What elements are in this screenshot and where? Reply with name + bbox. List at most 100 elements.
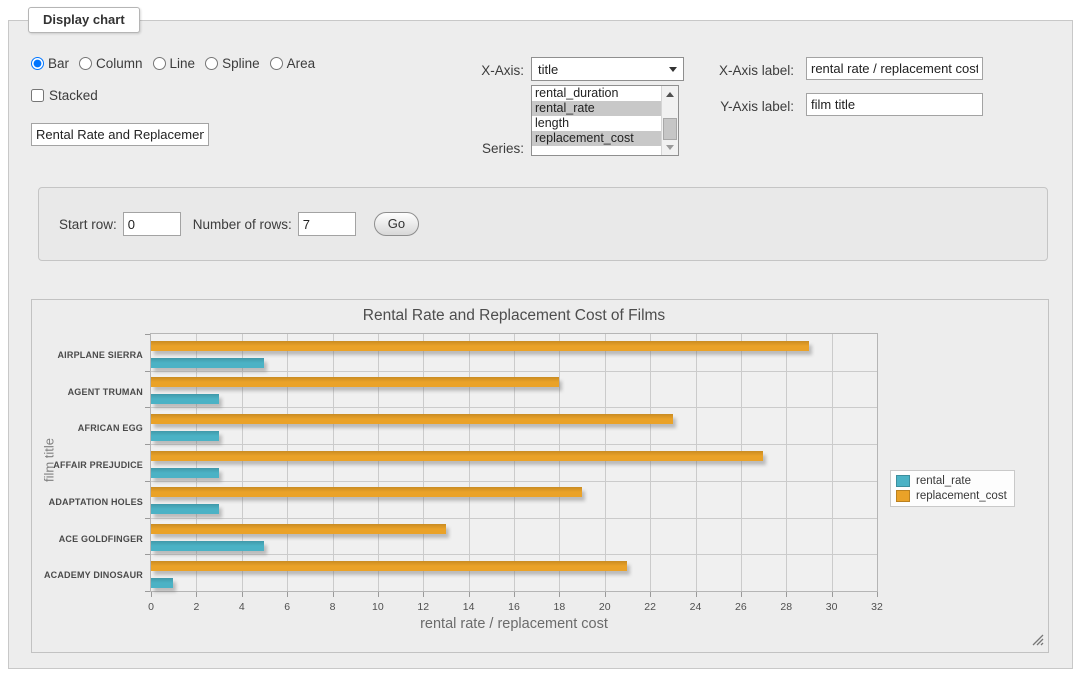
radio-line[interactable] (153, 57, 166, 70)
row-range-panel: Start row: Number of rows: Go (38, 187, 1048, 261)
gridline (469, 334, 470, 591)
gridline (650, 334, 651, 591)
legend-item-rental_rate: rental_rate (896, 475, 1007, 487)
series-option-replacement_cost[interactable]: replacement_cost (532, 131, 661, 146)
chart-type-option-spline[interactable]: Spline (205, 56, 260, 71)
gridline (514, 334, 515, 591)
chart-type-option-area[interactable]: Area (270, 56, 316, 71)
stacked-checkbox[interactable] (31, 89, 44, 102)
legend-item-replacement_cost: replacement_cost (896, 490, 1007, 502)
radio-bar[interactable] (31, 57, 44, 70)
x-tick-mark (650, 592, 651, 597)
chart-type-option-line[interactable]: Line (153, 56, 196, 71)
radio-label: Area (287, 56, 316, 71)
series-select-label: Series: (441, 141, 524, 156)
x-tick-label: 10 (372, 601, 384, 613)
gridline (333, 334, 334, 591)
gridline (151, 444, 877, 445)
category-label: AFRICAN EGG (32, 421, 143, 435)
x-tick-label: 14 (463, 601, 475, 613)
series-listbox[interactable]: rental_durationrental_ratelengthreplacem… (531, 85, 679, 156)
x-axis-selected-value: title (538, 62, 558, 77)
stacked-label: Stacked (49, 88, 98, 103)
series-option-length[interactable]: length (532, 116, 661, 131)
category-label: AFFAIR PREJUDICE (32, 458, 143, 472)
series-scrollbar[interactable] (661, 86, 678, 155)
chart-legend: rental_rate replacement_cost (890, 470, 1015, 507)
chart-type-option-bar[interactable]: Bar (31, 56, 69, 71)
gridline (786, 334, 787, 591)
stacked-option[interactable]: Stacked (31, 88, 98, 103)
gridline (151, 407, 877, 408)
x-axis-label-label: X-Axis label: (699, 63, 794, 78)
chart-container: Rental Rate and Replacement Cost of Film… (31, 299, 1049, 653)
radio-area[interactable] (270, 57, 283, 70)
series-option-rental_rate[interactable]: rental_rate (532, 101, 661, 116)
legend-swatch (896, 490, 910, 502)
x-tick-label: 12 (417, 601, 429, 613)
x-tick-label: 22 (644, 601, 656, 613)
x-axis-label-input[interactable] (806, 57, 983, 80)
gridline (378, 334, 379, 591)
bar-rental_rate-airplane-sierra (151, 358, 264, 368)
gridline (559, 334, 560, 591)
category-label: AGENT TRUMAN (32, 385, 143, 399)
x-tick-mark (151, 592, 152, 597)
y-tick-mark (145, 444, 150, 445)
x-tick-label: 16 (508, 601, 520, 613)
y-axis-label-label: Y-Axis label: (699, 99, 794, 114)
x-tick-mark (786, 592, 787, 597)
gridline (151, 481, 877, 482)
scroll-up-icon[interactable] (662, 86, 678, 102)
radio-label: Bar (48, 56, 69, 71)
chart-type-option-column[interactable]: Column (79, 56, 143, 71)
scroll-down-icon[interactable] (662, 139, 678, 155)
category-label: ADAPTATION HOLES (32, 495, 143, 509)
y-tick-mark (145, 371, 150, 372)
bar-replacement_cost-agent-truman (151, 377, 559, 387)
scrollbar-thumb[interactable] (663, 118, 677, 140)
bar-rental_rate-african-egg (151, 431, 219, 441)
x-tick-label: 30 (826, 601, 838, 613)
x-axis-select[interactable]: title (531, 57, 684, 81)
category-label: ACE GOLDFINGER (32, 532, 143, 546)
radio-spline[interactable] (205, 57, 218, 70)
x-tick-mark (605, 592, 606, 597)
radio-label: Column (96, 56, 143, 71)
display-chart-panel: Display chart BarColumnLineSplineArea St… (8, 20, 1073, 669)
x-tick-mark (877, 592, 878, 597)
legend-swatch (896, 475, 910, 487)
series-option-rental_duration[interactable]: rental_duration (532, 86, 661, 101)
gridline (287, 334, 288, 591)
x-tick-label: 18 (554, 601, 566, 613)
category-label: AIRPLANE SIERRA (32, 348, 143, 362)
x-tick-label: 26 (735, 601, 747, 613)
y-tick-mark (145, 407, 150, 408)
start-row-label: Start row: (59, 217, 117, 232)
resize-grip-icon[interactable] (1032, 634, 1044, 646)
radio-column[interactable] (79, 57, 92, 70)
number-of-rows-input[interactable] (298, 212, 356, 236)
bar-replacement_cost-affair-prejudice (151, 451, 763, 461)
bar-replacement_cost-airplane-sierra (151, 341, 809, 351)
gridline (242, 334, 243, 591)
legend-label: replacement_cost (916, 490, 1007, 502)
x-tick-mark (423, 592, 424, 597)
x-tick-mark (196, 592, 197, 597)
x-axis-title: rental rate / replacement cost (150, 616, 878, 632)
x-tick-label: 24 (690, 601, 702, 613)
bar-replacement_cost-academy-dinosaur (151, 561, 627, 571)
bar-rental_rate-affair-prejudice (151, 468, 219, 478)
start-row-input[interactable] (123, 212, 181, 236)
plot-area (150, 333, 878, 592)
go-button[interactable]: Go (374, 212, 419, 236)
y-axis-label-input[interactable] (806, 93, 983, 116)
gridline (696, 334, 697, 591)
x-tick-mark (242, 592, 243, 597)
bar-replacement_cost-ace-goldfinger (151, 524, 446, 534)
chart-title-input[interactable] (31, 123, 209, 146)
radio-label: Line (170, 56, 196, 71)
gridline (196, 334, 197, 591)
category-label: ACADEMY DINOSAUR (32, 568, 143, 582)
gridline (423, 334, 424, 591)
